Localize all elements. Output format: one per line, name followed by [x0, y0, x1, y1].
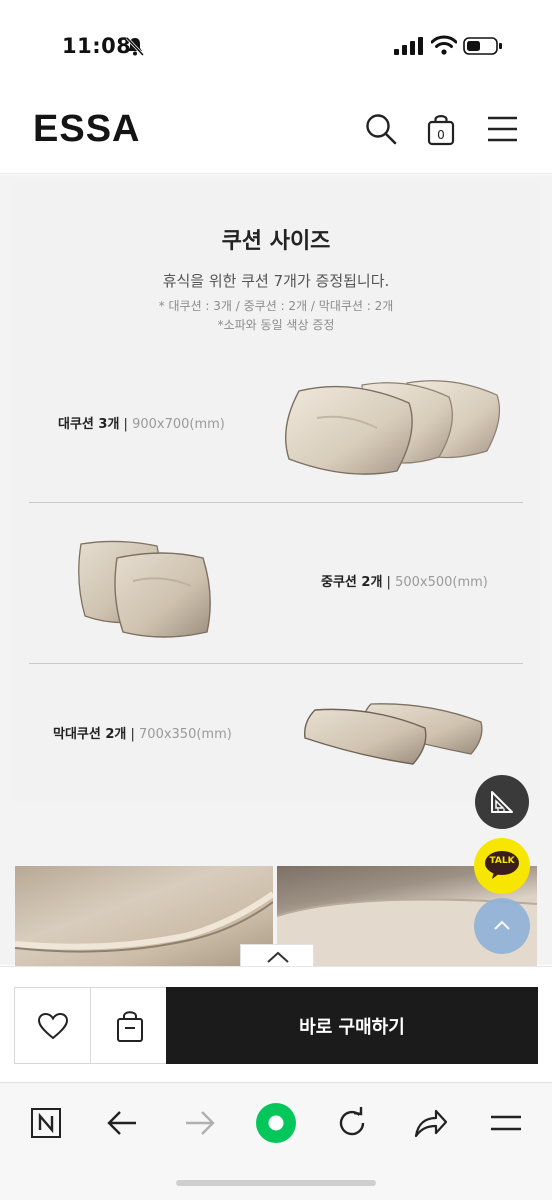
shopping-bag-icon[interactable]: 0	[425, 112, 459, 146]
wishlist-button[interactable]	[14, 987, 91, 1064]
essa-logo[interactable]: ESSA	[33, 108, 140, 151]
medium-cushion-label: 중쿠션 2개 | 500x500(mm)	[321, 571, 488, 590]
add-to-cart-button[interactable]	[90, 987, 167, 1064]
bolster-cushion-separator: |	[126, 727, 140, 742]
forward-arrow-icon[interactable]	[180, 1103, 220, 1143]
talk-label: TALK	[489, 856, 515, 866]
bolster-cushion-label: 막대쿠션 2개 | 700x350(mm)	[53, 723, 232, 742]
bolster-cushion-image	[304, 703, 483, 765]
back-arrow-icon[interactable]	[102, 1103, 142, 1143]
cushion-count-note: * 대쿠션 : 3개 / 중쿠션 : 2개 / 막대쿠션 : 2개	[158, 299, 394, 313]
large-cushion-separator: |	[119, 417, 133, 432]
sofa-detail-photo	[15, 866, 273, 966]
buy-now-button[interactable]: 바로 구매하기	[166, 987, 538, 1064]
collapse-tab[interactable]	[240, 944, 314, 968]
home-indicator	[176, 1180, 376, 1186]
bell-slash-icon	[125, 36, 145, 57]
cushion-size-panel: 쿠션 사이즈 휴식을 위한 쿠션 7개가 증정됩니다. * 대쿠션 : 3개 /…	[15, 178, 537, 806]
site-header: ESSA 0	[0, 90, 552, 174]
naver-n-icon[interactable]	[26, 1103, 66, 1143]
hamburger-menu-icon[interactable]	[486, 112, 520, 146]
cart-count: 0	[437, 128, 445, 142]
status-time: 11:08	[62, 34, 132, 58]
section-title: 쿠션 사이즈	[221, 229, 331, 254]
wifi-icon	[431, 35, 457, 55]
signal-icon	[394, 37, 423, 55]
medium-cushion-dimension: 500x500(mm)	[395, 575, 488, 590]
large-cushion-name: 대쿠션 3개	[58, 417, 120, 432]
arrow-up-icon	[494, 920, 510, 930]
purchase-bar: 바로 구매하기	[0, 966, 552, 1081]
medium-cushion-separator: |	[382, 575, 396, 590]
bolster-cushion-dimension: 700x350(mm)	[139, 727, 232, 742]
cushion-color-note: *소파와 동일 색상 증정	[217, 318, 335, 332]
refresh-icon[interactable]	[332, 1103, 372, 1143]
heart-icon	[37, 1012, 69, 1040]
large-cushion-dimension: 900x700(mm)	[132, 417, 225, 432]
share-icon[interactable]	[410, 1103, 450, 1143]
medium-cushion-name: 중쿠션 2개	[321, 575, 383, 590]
medium-cushion-image	[78, 540, 211, 638]
row-divider	[29, 663, 523, 664]
large-cushion-image	[284, 380, 500, 475]
status-bar: 11:08	[0, 0, 552, 90]
size-guide-button[interactable]	[475, 775, 529, 829]
chevron-up-icon	[267, 951, 289, 963]
naver-green-dot-icon[interactable]	[254, 1101, 298, 1145]
row-divider	[29, 502, 523, 503]
menu-lines-icon[interactable]	[486, 1103, 526, 1143]
section-subtitle: 휴식을 위한 쿠션 7개가 증정됩니다.	[162, 272, 390, 290]
scroll-to-top-button[interactable]	[474, 898, 530, 954]
cart-icon	[117, 1011, 143, 1042]
kakao-talk-button[interactable]: TALK	[474, 838, 530, 894]
bolster-cushion-name: 막대쿠션 2개	[53, 727, 127, 742]
search-icon[interactable]	[364, 112, 398, 146]
battery-icon	[463, 37, 502, 55]
large-cushion-label: 대쿠션 3개 | 900x700(mm)	[58, 413, 225, 432]
ruler-triangle-icon	[491, 791, 513, 813]
